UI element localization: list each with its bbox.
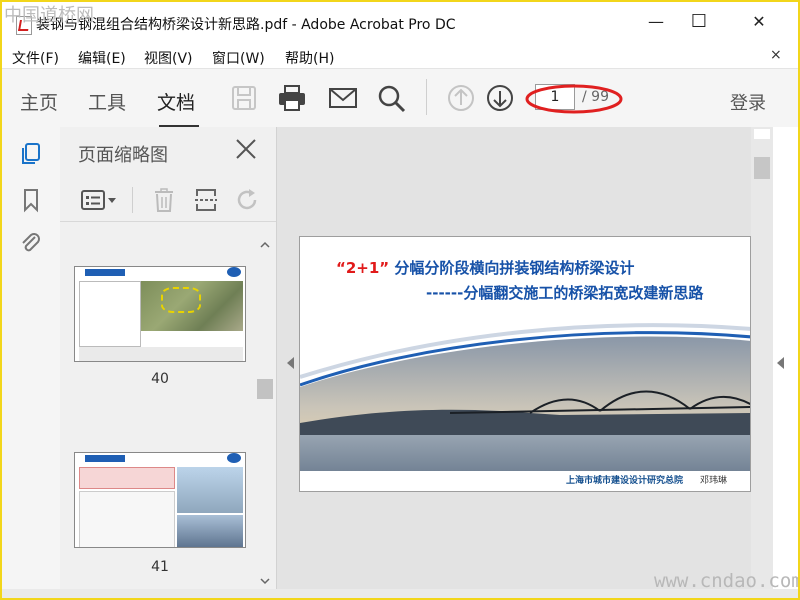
thumbnails-scrollbar[interactable] — [257, 237, 273, 589]
page-down-icon[interactable] — [484, 83, 516, 113]
bookmark-icon[interactable] — [18, 187, 44, 213]
thumbnails-panel: 页面缩略图 40 41 — [60, 127, 277, 589]
expand-right-panel-icon[interactable] — [777, 357, 784, 369]
page-thumbnail-41[interactable] — [74, 452, 246, 548]
slide-title-text: 分幅分阶段横向拼装钢结构桥梁设计 — [394, 259, 635, 277]
toolbar-separator — [426, 79, 427, 115]
menu-view[interactable]: 视图(V) — [144, 48, 193, 68]
mail-icon[interactable] — [327, 83, 359, 113]
tab-tools[interactable]: 工具 — [88, 88, 126, 115]
collapse-left-icon[interactable] — [287, 357, 294, 369]
menu-edit[interactable]: 编辑(E) — [78, 48, 126, 68]
save-icon[interactable] — [228, 83, 260, 113]
scroll-up-arrow — [754, 129, 770, 139]
insert-page-icon[interactable] — [194, 187, 218, 213]
panel-title: 页面缩略图 — [78, 145, 168, 166]
slide-footer-organization: 上海市城市建设设计研究总院 — [566, 476, 684, 486]
thumbnail-label: 40 — [151, 371, 169, 387]
slide-footer-author: 邓玮琳 — [700, 476, 728, 486]
minimize-button[interactable]: — — [641, 10, 671, 34]
attachment-icon[interactable] — [18, 231, 44, 257]
right-panel-strip — [773, 127, 798, 589]
scroll-thumb[interactable] — [754, 157, 770, 179]
tab-home[interactable]: 主页 — [20, 88, 58, 115]
print-icon[interactable] — [276, 83, 308, 113]
slide-title-emphasis: “2+1” — [336, 259, 390, 277]
menu-file[interactable]: 文件(F) — [12, 48, 59, 68]
pdf-page: “2+1” 分幅分阶段横向拼装钢结构桥梁设计 ------分幅翻交施工的桥梁拓宽… — [299, 236, 751, 492]
options-menu-icon[interactable] — [80, 187, 118, 213]
menu-bar: 文件(F) 编辑(E) 视图(V) 窗口(W) 帮助(H) × — [2, 42, 798, 68]
panel-toolbar — [60, 177, 276, 222]
toolbar: 主页 工具 文档 1 / 99 登录 — [2, 68, 798, 128]
slide-subtitle: ------分幅翻交施工的桥梁拓宽改建新思路 — [426, 284, 704, 302]
page-thumbnail-40[interactable] — [74, 266, 246, 362]
highlight-annotation — [525, 84, 623, 114]
page-thumbnails-icon[interactable] — [18, 141, 44, 167]
document-scrollbar[interactable] — [751, 127, 773, 589]
tab-document[interactable]: 文档 — [157, 88, 195, 115]
page-up-icon[interactable] — [445, 83, 477, 113]
thumbnail-label: 41 — [151, 559, 169, 575]
window-title: 装钢与钢混组合结构桥梁设计新思路.pdf - Adobe Acrobat Pro… — [36, 17, 456, 33]
watermark-top-left: 中国道桥网 — [4, 5, 94, 26]
navigation-rail — [2, 127, 61, 589]
slide-title: “2+1” 分幅分阶段横向拼装钢结构桥梁设计 — [336, 257, 634, 278]
close-button[interactable]: ✕ — [744, 10, 774, 34]
close-icon[interactable] — [234, 137, 258, 161]
close-document-button[interactable]: × — [770, 47, 782, 63]
search-icon[interactable] — [376, 83, 408, 113]
login-link[interactable]: 登录 — [730, 89, 766, 115]
delete-icon[interactable] — [152, 187, 176, 213]
watermark-bottom-right: www.cndao.com — [654, 570, 800, 592]
menu-window[interactable]: 窗口(W) — [212, 48, 265, 68]
menu-help[interactable]: 帮助(H) — [285, 48, 334, 68]
maximize-button[interactable]: ☐ — [684, 10, 714, 34]
toolbar-separator — [132, 187, 133, 213]
rotate-icon[interactable] — [236, 187, 260, 213]
